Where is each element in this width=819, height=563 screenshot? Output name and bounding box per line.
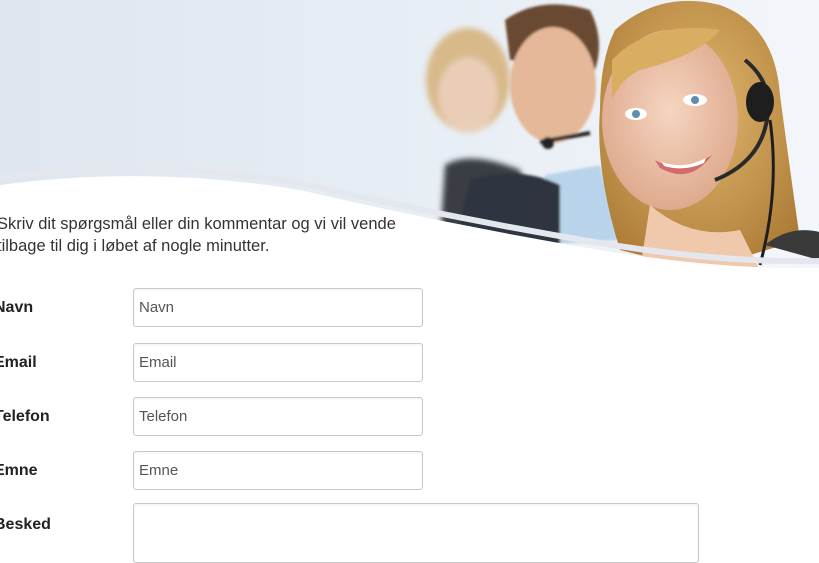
email-label: Email (0, 354, 37, 371)
emne-label: Emne (0, 462, 38, 479)
navn-input[interactable] (133, 288, 423, 327)
intro-text: Skriv dit spørgsmål eller din kommentar … (0, 215, 396, 255)
email-input[interactable] (133, 343, 423, 382)
besked-textarea[interactable] (133, 503, 699, 563)
telefon-label: Telefon (0, 408, 50, 425)
emne-input[interactable] (133, 451, 423, 490)
besked-label: Besked (0, 516, 51, 533)
telefon-input[interactable] (133, 397, 423, 436)
navn-label: Navn (0, 299, 34, 316)
